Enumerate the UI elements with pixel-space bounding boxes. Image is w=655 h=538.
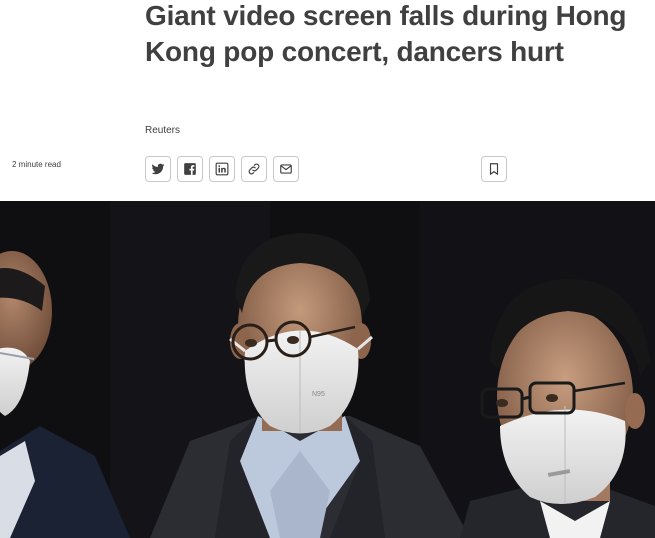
share-linkedin-button[interactable] bbox=[209, 156, 235, 182]
share-link-button[interactable] bbox=[241, 156, 267, 182]
bookmark-icon bbox=[489, 163, 499, 175]
press-conference-photo: N95 bbox=[0, 201, 655, 538]
share-bar bbox=[145, 156, 299, 182]
hero-image: N95 bbox=[0, 201, 655, 538]
mask-label: N95 bbox=[312, 391, 325, 398]
byline[interactable]: Reuters bbox=[145, 125, 180, 136]
twitter-icon bbox=[151, 163, 165, 175]
bookmark-button[interactable] bbox=[481, 156, 507, 182]
link-icon bbox=[248, 163, 260, 175]
article-headline: Giant video screen falls during Hong Kon… bbox=[145, 0, 627, 67]
linkedin-icon bbox=[215, 162, 229, 176]
email-icon bbox=[280, 164, 292, 174]
facebook-icon bbox=[184, 163, 196, 175]
share-twitter-button[interactable] bbox=[145, 156, 171, 182]
share-facebook-button[interactable] bbox=[177, 156, 203, 182]
article-page: Giant video screen falls during Hong Kon… bbox=[0, 0, 655, 538]
read-time: 2 minute read bbox=[12, 160, 61, 169]
share-email-button[interactable] bbox=[273, 156, 299, 182]
